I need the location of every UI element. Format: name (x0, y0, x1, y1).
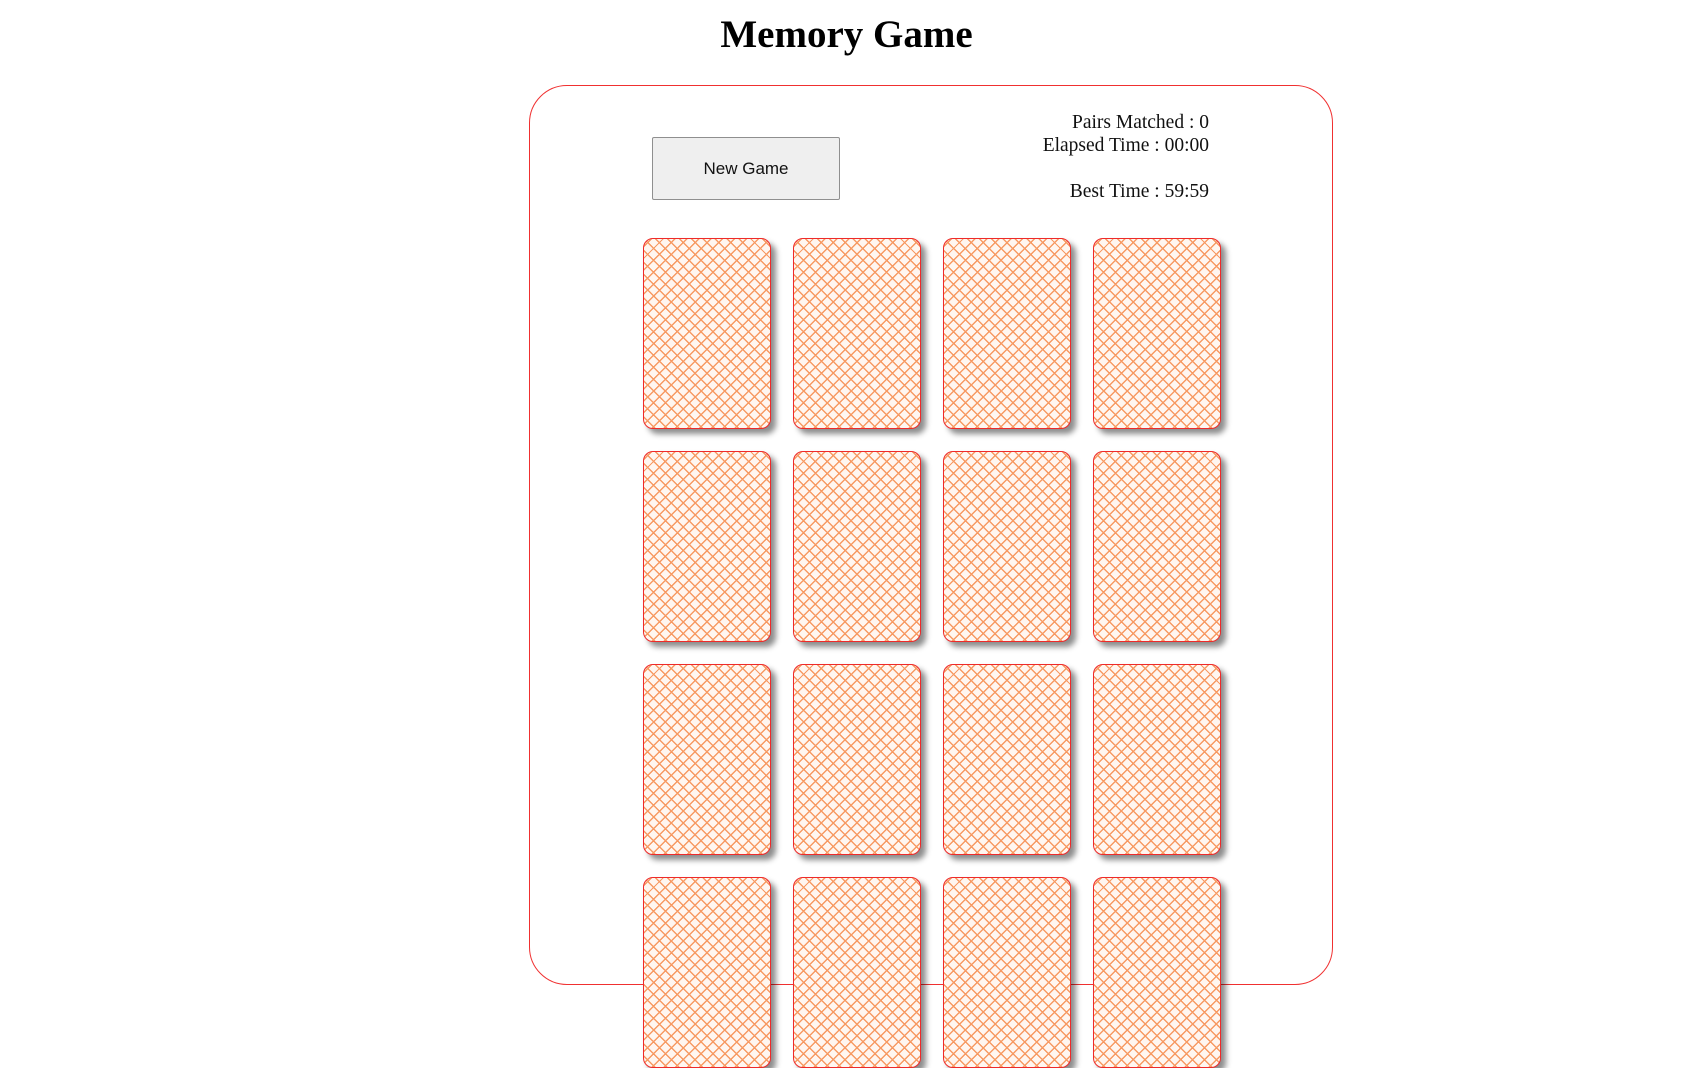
card-face-down[interactable] (1093, 664, 1221, 855)
page-title: Memory Game (720, 13, 973, 56)
card-face-down[interactable] (643, 877, 771, 1068)
card-face-down[interactable] (943, 664, 1071, 855)
card-face-down[interactable] (643, 664, 771, 855)
card-face-down[interactable] (793, 664, 921, 855)
card-face-down[interactable] (643, 451, 771, 642)
card-face-down[interactable] (793, 877, 921, 1068)
best-time-label: Best Time : 59:59 (1069, 181, 1209, 202)
card-face-down[interactable] (943, 877, 1071, 1068)
card-face-down[interactable] (1093, 877, 1221, 1068)
card-face-down[interactable] (943, 451, 1071, 642)
new-game-button[interactable]: New Game (652, 137, 840, 200)
card-face-down[interactable] (1093, 451, 1221, 642)
card-face-down[interactable] (943, 238, 1071, 429)
card-face-down[interactable] (1093, 238, 1221, 429)
card-face-down[interactable] (643, 238, 771, 429)
elapsed-time-label: Elapsed Time : 00:00 (1042, 135, 1209, 156)
card-face-down[interactable] (793, 238, 921, 429)
card-grid (643, 238, 1221, 1068)
card-face-down[interactable] (793, 451, 921, 642)
pairs-matched-label: Pairs Matched : 0 (1071, 112, 1209, 133)
